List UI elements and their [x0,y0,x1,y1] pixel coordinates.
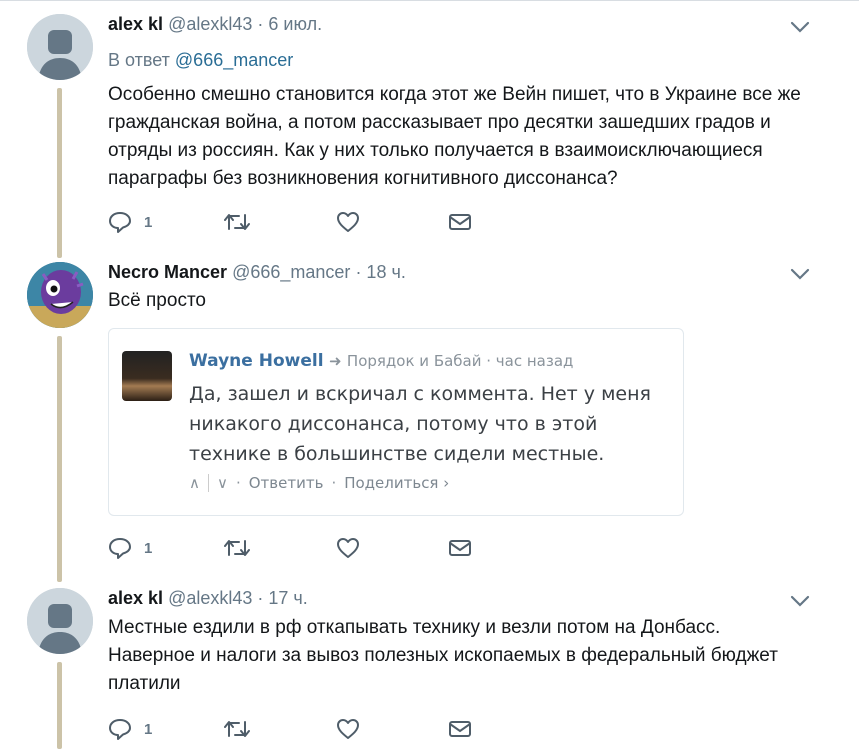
tweet-text: Местные ездили в рф откапывать технику и… [108,617,778,694]
retweet-icon [224,721,250,737]
card-arrow-icon: ➜ [328,352,342,370]
divider [207,474,209,492]
tweet-text: Всё просто [108,290,206,311]
tweet-header: alex kl @alexkl43 · 17 ч. [108,588,308,610]
default-avatar-icon [27,14,93,80]
reply-icon [109,212,131,233]
retweet-icon [224,540,250,556]
timestamp[interactable]: · 6 июл. [257,14,322,34]
quoted-card[interactable]: Wayne Howell ➜ Порядок и Бабай · час наз… [108,328,684,516]
direct-message-button[interactable] [448,715,472,743]
reply-button[interactable]: 1 [108,715,152,743]
heart-icon [337,538,359,558]
author-name[interactable]: Necro Mancer [108,262,227,282]
avatar[interactable] [27,588,93,654]
card-header: Wayne Howell ➜ Порядок и Бабай · час наз… [189,351,573,371]
author-handle[interactable]: @alexkl43 [168,14,252,34]
reply-icon [109,538,131,559]
tweet-header: Necro Mancer @666_mancer · 18 ч. [108,262,406,284]
retweet-button[interactable] [224,715,250,743]
chevron-down-icon[interactable] [790,267,810,281]
thread-line [57,336,62,582]
tweet-actions: 1 [108,715,508,743]
reply-button[interactable]: 1 [108,208,152,236]
card-reply-link[interactable]: Ответить [249,474,324,492]
card-meta: Порядок и Бабай · час назад [346,352,574,370]
envelope-icon [449,721,471,737]
direct-message-button[interactable] [448,208,472,236]
heart-icon [337,719,359,739]
default-avatar-icon [27,588,93,654]
direct-message-button[interactable] [448,534,472,562]
downvote-icon[interactable]: ∨ [217,474,228,492]
reply-count: 1 [144,213,153,231]
card-author[interactable]: Wayne Howell [189,351,324,371]
retweet-button[interactable] [224,534,250,562]
avatar[interactable] [27,14,93,80]
reply-context: В ответ @666_mancer [108,50,293,71]
tweet-actions: 1 [108,534,508,562]
separator-dot: · [235,474,241,492]
tweet-actions: 1 [108,208,508,236]
timestamp[interactable]: · 18 ч. [355,262,405,282]
like-button[interactable] [336,208,360,236]
reply-icon [109,719,131,740]
heart-icon [337,212,359,232]
tweet-1: alex kl @alexkl43 · 6 июл. В ответ @666_… [0,0,859,260]
chevron-down-icon[interactable] [790,594,810,608]
reply-prefix: В ответ [108,50,170,70]
retweet-icon [224,214,250,230]
chevron-down-icon[interactable] [790,20,810,34]
author-handle[interactable]: @alexkl43 [168,588,252,608]
tweet-text: Особенно смешно становится когда этот же… [108,84,801,189]
author-name[interactable]: alex kl [108,588,163,608]
thread-line [57,662,62,749]
like-button[interactable] [336,715,360,743]
timestamp[interactable]: · 17 ч. [257,588,307,608]
retweet-button[interactable] [224,208,250,236]
author-name[interactable]: alex kl [108,14,163,34]
envelope-icon [449,214,471,230]
envelope-icon [449,540,471,556]
reply-count: 1 [144,539,153,557]
card-thumbnail [122,351,172,401]
reply-count: 1 [144,720,153,738]
card-text: Да, зашел и вскричал с коммента. Нет у м… [189,383,651,465]
reply-mention-link[interactable]: @666_mancer [175,50,293,70]
card-actions: ∧ ∨ · Ответить · Поделиться › [189,474,449,492]
author-handle[interactable]: @666_mancer [232,262,350,282]
reply-button[interactable]: 1 [108,534,152,562]
upvote-icon[interactable]: ∧ [189,474,200,492]
monster-avatar-icon [27,262,93,328]
tweet-header: alex kl @alexkl43 · 6 июл. [108,14,322,36]
thread-line [57,88,62,258]
avatar[interactable] [27,262,93,328]
separator-dot: · [331,474,337,492]
like-button[interactable] [336,534,360,562]
card-share-link[interactable]: Поделиться › [344,474,449,492]
